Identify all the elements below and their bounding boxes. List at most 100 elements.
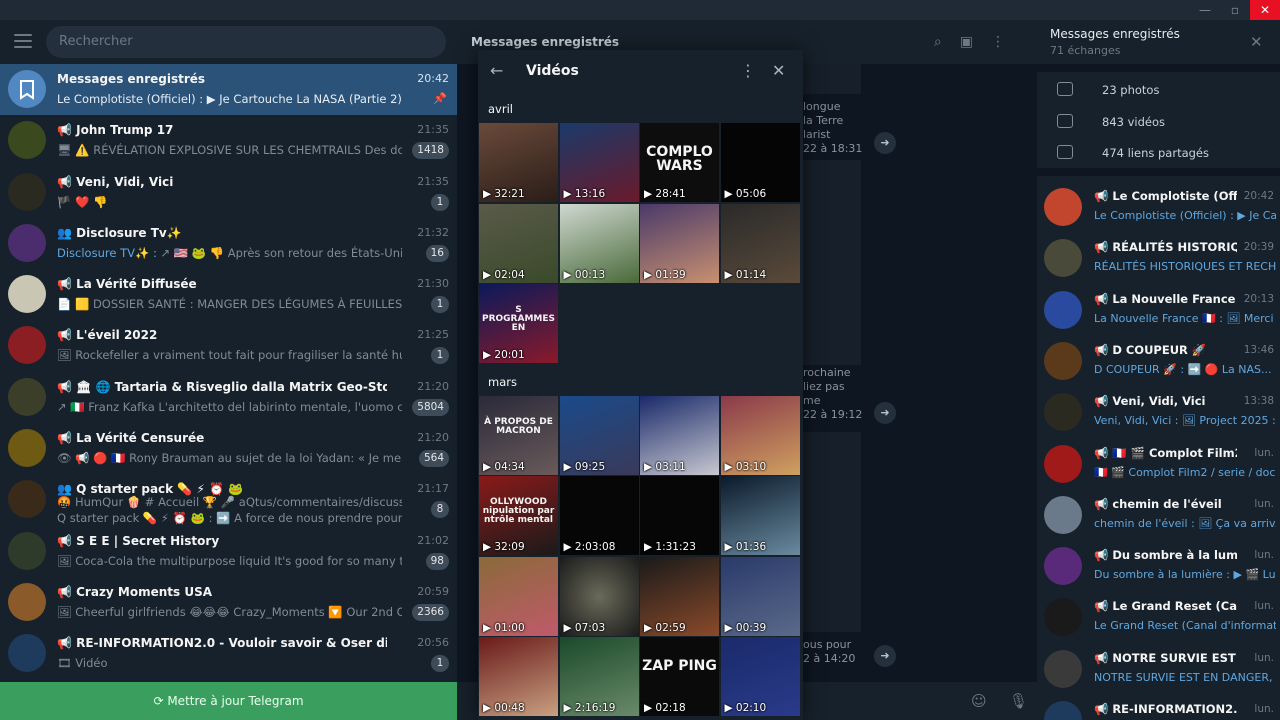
maximize-button[interactable]: ▫	[1220, 0, 1250, 20]
channel-preview: D COUPEUR 🚀 : ➡️ 🔴 La NAS...	[1094, 362, 1272, 376]
video-thumbnail[interactable]: ZAP PING ▶ 02:18	[640, 637, 719, 716]
back-arrow-icon[interactable]: ←	[490, 61, 503, 80]
chat-name: 📢 S E E | Secret History	[57, 533, 220, 548]
chat-preview: 🖼 Coca-Cola the multipurpose liquid It's…	[57, 553, 402, 568]
chat-time: 21:25	[417, 328, 449, 342]
close-icon[interactable]: ✕	[1250, 33, 1263, 51]
chat-list-item[interactable]: 📢 John Trump 17 21:35 🖥 ⚠️ RÉVÉLATION EXPL…	[0, 115, 457, 166]
video-thumbnail[interactable]: ▶ 01:00	[479, 556, 558, 636]
minimize-button[interactable]: —	[1190, 0, 1220, 20]
shared-channel-item[interactable]: 📢 La Nouvelle France 🇫🇷 20:13 La Nouvelle …	[1037, 287, 1280, 338]
video-thumbnail[interactable]: ▶ 03:11	[640, 395, 719, 475]
video-thumbnail[interactable]: ▶ 2:03:08	[559, 476, 639, 555]
chat-preview: 🖼 Cheerful girlfriends 😂😂😂 Crazy_Moments…	[57, 604, 402, 619]
bookmark-icon	[8, 70, 46, 108]
chat-name: 📢 L'éveil 2022	[57, 328, 158, 343]
unread-badge: 98	[425, 552, 449, 570]
media-stat[interactable]: 474 liens partagés	[1037, 139, 1280, 170]
search-input[interactable]: Rechercher	[46, 26, 446, 58]
chat-list-item[interactable]: 📢 Veni, Vidi, Vici 21:35 🏴 ❤️ 👎 1	[0, 167, 457, 218]
video-thumbnail[interactable]: ▶ 01:14	[720, 203, 800, 283]
divider	[1037, 64, 1280, 72]
shared-channel-item[interactable]: 📢 Le Complotiste (Officiel) 20:42 Le Compl…	[1037, 184, 1280, 235]
video-thumbnail[interactable]: ▶ 01:39	[640, 203, 719, 283]
close-window-button[interactable]: ✕	[1250, 0, 1280, 20]
chat-list-item[interactable]: 📢 Crazy Moments USA 20:59 🖼 Cheerful girlf…	[0, 577, 457, 628]
forward-icon[interactable]: ➜	[874, 402, 896, 424]
sidebar-toggle-icon[interactable]: ▣	[960, 34, 991, 50]
shared-channel-item[interactable]: 📢 RE-INFORMATION2.0 - Vo... lun.	[1037, 697, 1280, 720]
video-thumbnail[interactable]: ▶ 02:04	[479, 203, 558, 283]
video-duration: ▶ 13:16	[563, 188, 606, 200]
video-thumbnail[interactable]: ▶ 01:36	[720, 476, 800, 555]
unread-badge: 16	[425, 244, 449, 262]
shared-channel-item[interactable]: 📢 D COUPEUR 🚀 13:46 D COUPEUR 🚀 : ➡️ 🔴 La …	[1037, 338, 1280, 389]
chat-list-item[interactable]: 📢 La Vérité Censurée 21:20 👁 📢 🔴 🇫🇷 Rony B…	[0, 423, 457, 474]
unread-badge: 1	[431, 655, 449, 673]
close-icon[interactable]: ✕	[772, 61, 785, 80]
avatar	[1044, 239, 1082, 278]
video-thumbnail[interactable]: ▶ 2:16:19	[559, 637, 639, 716]
video-thumbnail[interactable]: OLLYWOOD nipulation par ntrôle mental ▶ 3…	[479, 476, 558, 555]
video-thumbnail[interactable]: ▶ 13:16	[559, 123, 639, 202]
video-thumbnail[interactable]: ▶ 02:59	[640, 556, 719, 636]
hamburger-menu-icon[interactable]	[14, 34, 32, 48]
chat-list-item[interactable]: 📢 S E E | Secret History 21:02 🖼 Coca-Cola…	[0, 526, 457, 577]
microphone-icon[interactable]: 🎙	[1009, 692, 1028, 710]
chat-list-item[interactable]: 📢 L'éveil 2022 21:25 🖼 Rockefeller a vraim…	[0, 320, 457, 371]
video-thumbnail[interactable]: S PROGRAMMES EN ▶ 20:01	[479, 284, 558, 363]
forward-icon[interactable]: ➜	[874, 132, 896, 154]
video-thumbnail[interactable]: COMPLO WARS ▶ 28:41	[640, 123, 719, 202]
search-icon[interactable]: ⌕	[934, 34, 960, 50]
thumbnail-caption: À PROPOS DE MACRON	[484, 416, 553, 436]
avatar	[1044, 649, 1082, 688]
chat-list-item[interactable]: Messages enregistrés 20:42 Le Complotiste …	[0, 64, 457, 116]
video-icon	[1057, 113, 1073, 128]
stat-label: 23 photos	[1102, 83, 1160, 97]
more-options-icon[interactable]: ⋮	[991, 34, 1023, 50]
video-thumbnail[interactable]: ▶ 00:13	[559, 203, 639, 283]
media-stat[interactable]: 843 vidéos	[1037, 108, 1280, 139]
shared-channel-item[interactable]: 📢 🇫🇷 🎬 Complot Film2 / se... lun. 🇫🇷 🎬 Com…	[1037, 441, 1280, 492]
video-duration: ▶ 01:39	[644, 268, 686, 281]
video-thumbnail[interactable]: ▶ 05:06	[720, 123, 800, 202]
avatar	[8, 582, 46, 621]
shared-channel-item[interactable]: 📢 chemin de l'éveil lun. chemin de l'éveil…	[1037, 492, 1280, 543]
chat-list-item[interactable]: 👥 Disclosure Tv✨ 21:32 Disclosure TV✨ : ↗ …	[0, 218, 457, 269]
chat-list-item[interactable]: 📢 RE-INFORMATION2.0 - Vouloir savoir & O…	[0, 628, 457, 679]
chat-preview: 🖥 ⚠️ RÉVÉLATION EXPLOSIVE SUR LES CHEMTR…	[57, 143, 402, 158]
shared-channel-item[interactable]: 📢 RÉALITÉS HISTORIQUES... 20:39 RÉALITÉS H…	[1037, 235, 1280, 286]
shared-channel-item[interactable]: 📢 Du sombre à la lumière lun. Du sombre à …	[1037, 543, 1280, 594]
chat-list-item[interactable]: 📢 La Vérité Diffusée 21:30 📄 🟨 DOSSIER SAN…	[0, 269, 457, 320]
chat-name: 📢 Veni, Vidi, Vici	[57, 174, 174, 189]
video-thumbnail[interactable]: ▶ 02:10	[720, 637, 800, 716]
video-duration: ▶ 00:39	[724, 621, 767, 634]
chat-list-item[interactable]: 👥 Q starter pack 💊 ⚡ ⏰ 🐸 21:17 Q starter p…	[0, 474, 457, 525]
thumbnail-caption: S PROGRAMMES EN	[481, 305, 555, 333]
media-stat[interactable]: 23 photos	[1037, 76, 1280, 107]
video-thumbnail[interactable]: ▶ 1:31:23	[640, 476, 719, 555]
update-icon: ⟳	[153, 694, 168, 708]
update-telegram-button[interactable]: ⟳ Mettre à jour Telegram	[0, 682, 457, 720]
video-thumbnail[interactable]: ▶ 00:48	[479, 637, 558, 716]
shared-channel-item[interactable]: 📢 NOTRE SURVIE EST EN DA... lun. NOTRE SUR…	[1037, 646, 1280, 697]
video-thumbnail[interactable]: ▶ 07:03	[559, 556, 639, 636]
video-thumbnail[interactable]: ▶ 32:21	[479, 123, 558, 202]
chat-preview: 🖼 Rockefeller a vraiment tout fait pour …	[57, 348, 402, 363]
more-options-icon[interactable]: ⋮	[740, 61, 756, 80]
emoji-icon[interactable]: ☺	[971, 692, 987, 710]
chat-time: 21:30	[417, 277, 449, 291]
shared-channel-item[interactable]: 📢 Veni, Vidi, Vici 13:38 Veni, Vidi, Vici …	[1037, 389, 1280, 440]
chat-list-item[interactable]: 📢 🏛 🌐 Tartaria & Risveglio dalla Matrix …	[0, 372, 457, 423]
video-duration: ▶ 02:18	[644, 702, 686, 714]
shared-channel-item[interactable]: 📢 Le Grand Reset (Canal d'in... lun. Le Gr…	[1037, 594, 1280, 645]
video-thumbnail[interactable]: ▶ 00:39	[720, 556, 800, 636]
forward-icon[interactable]: ➜	[874, 645, 896, 667]
video-thumbnail[interactable]: ▶ 03:10	[720, 395, 800, 475]
unread-badge: 564	[418, 450, 449, 468]
info-panel: Messages enregistrés 71 échanges ✕ 23 ph…	[1037, 20, 1280, 720]
video-thumbnail[interactable]: ▶ 09:25	[559, 395, 639, 475]
thumbnail-caption: COMPLO WARS	[646, 144, 713, 174]
video-thumbnail[interactable]: À PROPOS DE MACRON ▶ 04:34	[479, 395, 558, 475]
thumbnail-caption: OLLYWOOD nipulation par ntrôle mental	[482, 497, 555, 525]
